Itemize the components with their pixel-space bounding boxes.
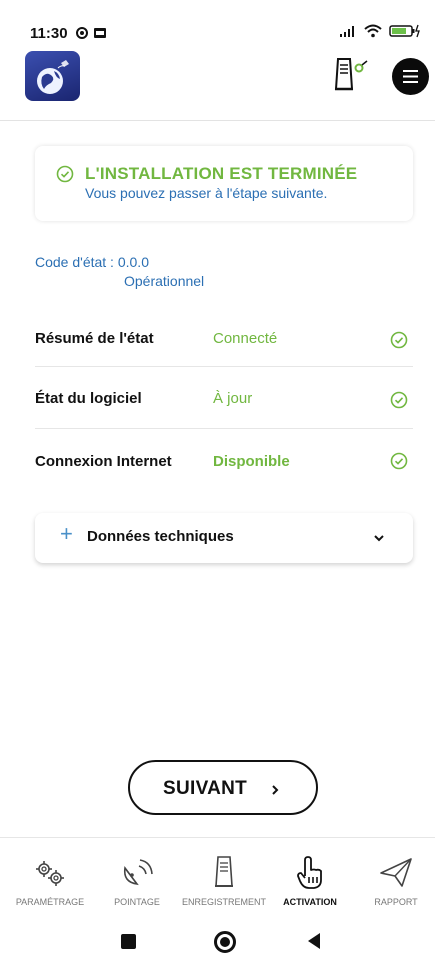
gears-icon bbox=[32, 858, 68, 893]
row-value-internet-connection: Disponible bbox=[213, 453, 290, 470]
chevron-right-icon bbox=[270, 783, 280, 801]
nav-item-activation[interactable]: ACTIVATION bbox=[260, 850, 360, 910]
row-value-status-summary: Connecté bbox=[213, 330, 278, 347]
nav-label: PARAMÉTRAGE bbox=[15, 897, 85, 907]
nav-item-parametrage[interactable]: PARAMÉTRAGE bbox=[0, 850, 100, 910]
nav-label: RAPPORT bbox=[374, 897, 418, 907]
app-logo bbox=[25, 51, 80, 101]
software-state-check bbox=[390, 391, 408, 414]
status-code-state: Opérationnel bbox=[124, 273, 205, 289]
check-circle-icon bbox=[56, 165, 74, 183]
header-divider bbox=[0, 120, 435, 121]
back-button[interactable] bbox=[306, 932, 322, 955]
wifi-icon bbox=[364, 24, 382, 38]
technical-data-label: Données techniques bbox=[87, 528, 234, 545]
pointing-hand-icon bbox=[294, 856, 326, 895]
battery-charging-icon bbox=[389, 24, 420, 38]
nav-item-enregistrement[interactable]: ENREGISTREMENT bbox=[174, 850, 274, 910]
nav-label: ENREGISTREMENT bbox=[181, 897, 266, 907]
receiver-connected-icon bbox=[334, 58, 368, 91]
menu-button[interactable] bbox=[392, 58, 429, 95]
check-circle-icon bbox=[390, 452, 408, 470]
receiver-device-icon bbox=[212, 854, 236, 895]
status-code: Code d'état : 0.0.0 bbox=[35, 254, 149, 270]
recents-button[interactable] bbox=[121, 934, 136, 949]
internet-connection-check bbox=[390, 452, 408, 475]
success-subtitle: Vous pouvez passer à l'étape suivante. bbox=[85, 185, 328, 201]
status-icons-right bbox=[339, 24, 421, 38]
row-value-software-state: À jour bbox=[213, 390, 253, 407]
row-label-internet-connection: Connexion Internet bbox=[35, 453, 172, 470]
row-label-software-state: État du logiciel bbox=[35, 390, 142, 407]
nav-label: POINTAGE bbox=[114, 897, 160, 907]
nav-item-pointage[interactable]: POINTAGE bbox=[87, 850, 187, 910]
success-title: L'INSTALLATION EST TERMINÉE bbox=[85, 164, 358, 183]
home-button[interactable] bbox=[214, 931, 236, 953]
status-icons-left bbox=[75, 26, 107, 40]
next-button[interactable]: SUIVANT bbox=[128, 760, 318, 815]
paper-plane-icon bbox=[378, 856, 414, 893]
status-time: 11:30 bbox=[30, 25, 68, 42]
status-bar: 11:30 bbox=[0, 0, 435, 42]
status-summary-check bbox=[390, 331, 408, 354]
notification-image-icon bbox=[94, 28, 106, 38]
row-divider bbox=[35, 428, 413, 429]
row-label-status-summary: Résumé de l'état bbox=[35, 330, 154, 347]
chevron-down-icon bbox=[373, 530, 385, 548]
success-check bbox=[56, 165, 74, 188]
technical-data-accordion[interactable]: + Données techniques bbox=[35, 513, 413, 563]
back-triangle-icon bbox=[308, 933, 320, 949]
hamburger-menu-icon bbox=[403, 70, 418, 83]
check-circle-icon bbox=[390, 331, 408, 349]
globe-app-logo bbox=[37, 60, 69, 94]
signal-icon bbox=[340, 26, 354, 37]
receiver-connected-button[interactable] bbox=[333, 56, 373, 99]
gear-status-icon bbox=[76, 27, 88, 39]
nav-label: ACTIVATION bbox=[283, 897, 337, 907]
expand-plus-icon: + bbox=[60, 521, 73, 546]
row-divider bbox=[35, 366, 413, 367]
bottom-nav-divider bbox=[0, 837, 435, 838]
nav-item-rapport[interactable]: RAPPORT bbox=[346, 850, 435, 910]
check-circle-icon bbox=[390, 391, 408, 409]
next-button-label: SUIVANT bbox=[163, 778, 248, 799]
satellite-dish-icon bbox=[119, 856, 155, 895]
